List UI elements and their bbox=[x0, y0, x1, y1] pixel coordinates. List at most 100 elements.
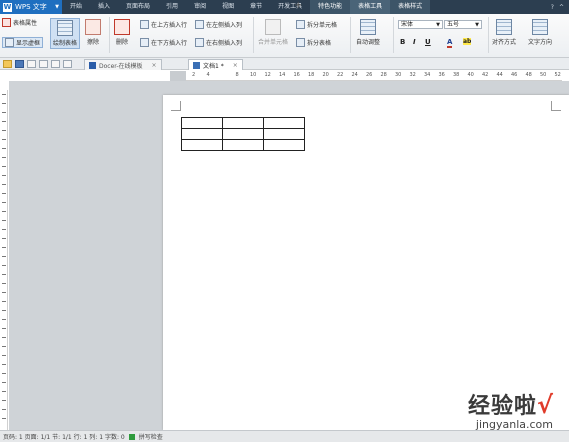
document-icon bbox=[193, 61, 200, 69]
ruler-number: 38 bbox=[453, 72, 460, 78]
draw-table-icon bbox=[57, 20, 73, 36]
close-icon[interactable]: × bbox=[152, 62, 157, 69]
ruler-tick bbox=[2, 166, 6, 167]
insert-col-right-label: 在右侧插入列 bbox=[206, 40, 243, 47]
align-button[interactable]: 对齐方式 bbox=[492, 19, 516, 46]
ruler-tick bbox=[2, 193, 6, 194]
text-direction-button[interactable]: 文字方向 bbox=[528, 19, 552, 46]
font-size-select[interactable]: 五号 ▼ bbox=[444, 20, 482, 29]
split-cells-button[interactable]: 拆分单元格 bbox=[296, 20, 337, 29]
ruler-number: 48 bbox=[525, 72, 532, 78]
ruler-number: 16 bbox=[293, 72, 300, 78]
spell-check-icon bbox=[128, 433, 135, 440]
menu-bar: W WPS 文字 ▼ 开始 插入 页面布局 引用 审阅 视图 章节 开发工具 特… bbox=[0, 0, 569, 14]
ruler-number: 26 bbox=[366, 72, 373, 78]
menu-insert[interactable]: 插入 bbox=[90, 0, 118, 14]
ruler-tick bbox=[2, 247, 6, 248]
app-menu-button[interactable]: W WPS 文字 ▼ bbox=[0, 0, 62, 14]
spell-check-button[interactable]: 拼写检查 bbox=[139, 432, 163, 441]
insert-col-right-button[interactable]: 在右侧插入列 bbox=[195, 38, 242, 47]
delete-button[interactable]: 删除 bbox=[114, 19, 130, 46]
menu-home[interactable]: 开始 bbox=[62, 0, 90, 14]
menu-page-layout[interactable]: 页面布局 bbox=[118, 0, 158, 14]
redo-icon[interactable] bbox=[63, 59, 72, 68]
ruler-tick bbox=[2, 256, 6, 257]
font-name-select[interactable]: 宋体 ▼ bbox=[398, 20, 443, 29]
insert-row-below-label: 在下方插入行 bbox=[151, 40, 188, 47]
text-direction-label: 文字方向 bbox=[528, 39, 553, 46]
ribbon-divider bbox=[350, 17, 351, 53]
merge-cells-button[interactable]: 合并单元格 bbox=[258, 19, 288, 46]
status-info: 页码: 1 页面: 1/1 节: 1/1 行: 1 列: 1 字数: 0 bbox=[3, 434, 125, 441]
italic-button[interactable]: I bbox=[413, 38, 416, 46]
document-table[interactable] bbox=[181, 117, 305, 151]
draw-table-button[interactable]: 绘制表格 bbox=[50, 18, 81, 49]
new-tab-button[interactable]: + bbox=[294, 0, 302, 12]
autofit-icon bbox=[360, 19, 376, 35]
menu-section[interactable]: 章节 bbox=[242, 0, 270, 14]
ruler-tick bbox=[2, 112, 6, 113]
table-cell[interactable] bbox=[263, 128, 305, 140]
horizontal-ruler: 2 4 8 10 12 14 16 18 20 22 24 26 28 30 32 34 36 38 40 42 44 4… bbox=[170, 71, 562, 81]
font-color-button[interactable]: A bbox=[447, 38, 453, 48]
tab-docer[interactable]: Docer-在线模板 × bbox=[84, 59, 162, 70]
ruler-tick bbox=[2, 310, 6, 311]
ruler-number: 30 bbox=[395, 72, 402, 78]
table-cell[interactable] bbox=[181, 128, 223, 140]
insert-row-below-button[interactable]: 在下方插入行 bbox=[140, 38, 187, 47]
table-cell[interactable] bbox=[222, 128, 264, 140]
draw-table-label: 绘制表格 bbox=[53, 40, 78, 47]
ruler-tick bbox=[2, 328, 6, 329]
preview-icon[interactable] bbox=[39, 59, 48, 68]
ruler-number: 52 bbox=[554, 72, 561, 78]
insert-col-left-button[interactable]: 在左侧插入列 bbox=[195, 20, 242, 29]
ruler-tick bbox=[2, 364, 6, 365]
open-icon[interactable] bbox=[3, 59, 12, 68]
split-table-icon bbox=[296, 38, 305, 47]
table-row bbox=[181, 128, 305, 140]
table-properties-button[interactable]: 表格属性 bbox=[2, 18, 37, 27]
table-cell[interactable] bbox=[222, 117, 264, 129]
chevron-down-icon: ▼ bbox=[475, 22, 479, 28]
underline-button[interactable]: U bbox=[425, 38, 431, 46]
watermark-text: 经验啦 bbox=[467, 394, 537, 419]
bold-button[interactable]: B bbox=[400, 38, 405, 46]
insert-row-above-button[interactable]: 在上方插入行 bbox=[140, 20, 187, 29]
menu-table-tools[interactable]: 表格工具 bbox=[350, 0, 391, 14]
ruler-tick bbox=[2, 94, 6, 95]
eraser-button[interactable]: 擦除 bbox=[85, 19, 101, 46]
menu-references[interactable]: 引用 bbox=[158, 0, 186, 14]
help-icon[interactable]: ? bbox=[551, 4, 554, 11]
table-cell[interactable] bbox=[222, 139, 264, 151]
minimize-icon[interactable]: ^ bbox=[559, 4, 564, 11]
ruler-tick bbox=[2, 274, 6, 275]
ruler-tick bbox=[2, 292, 6, 293]
tab-docer-label: Docer-在线模板 bbox=[99, 62, 143, 70]
text-direction-icon bbox=[532, 19, 548, 35]
menu-special-features[interactable]: 特色功能 bbox=[310, 0, 351, 14]
merge-cells-icon bbox=[265, 19, 281, 35]
autofit-button[interactable]: 自动调整 bbox=[356, 19, 380, 46]
undo-icon[interactable] bbox=[51, 59, 60, 68]
menu-view[interactable]: 视图 bbox=[214, 0, 242, 14]
save-icon[interactable] bbox=[15, 59, 24, 68]
show-grid-button[interactable]: 显示虚框 bbox=[2, 37, 44, 48]
ruler-number: 2 bbox=[192, 72, 196, 78]
checkmark-icon: √ bbox=[536, 391, 553, 419]
menu-table-style[interactable]: 表格样式 bbox=[390, 0, 431, 14]
print-icon[interactable] bbox=[27, 59, 36, 68]
table-cell[interactable] bbox=[181, 117, 223, 129]
app-name: WPS 文字 bbox=[15, 3, 47, 11]
menu-review[interactable]: 审阅 bbox=[186, 0, 214, 14]
highlight-button[interactable]: ab bbox=[463, 38, 472, 45]
table-cell[interactable] bbox=[263, 117, 305, 129]
menu-developer[interactable]: 开发工具 bbox=[270, 0, 310, 14]
table-cell[interactable] bbox=[263, 139, 305, 151]
table-cell[interactable] bbox=[181, 139, 223, 151]
margin-corner bbox=[551, 101, 561, 111]
close-icon[interactable]: × bbox=[233, 62, 238, 69]
split-table-button[interactable]: 拆分表格 bbox=[296, 38, 331, 47]
ruler-tick bbox=[2, 238, 6, 239]
tab-document1[interactable]: 文档1 * × bbox=[188, 59, 243, 70]
wps-logo-icon: W bbox=[3, 2, 12, 12]
